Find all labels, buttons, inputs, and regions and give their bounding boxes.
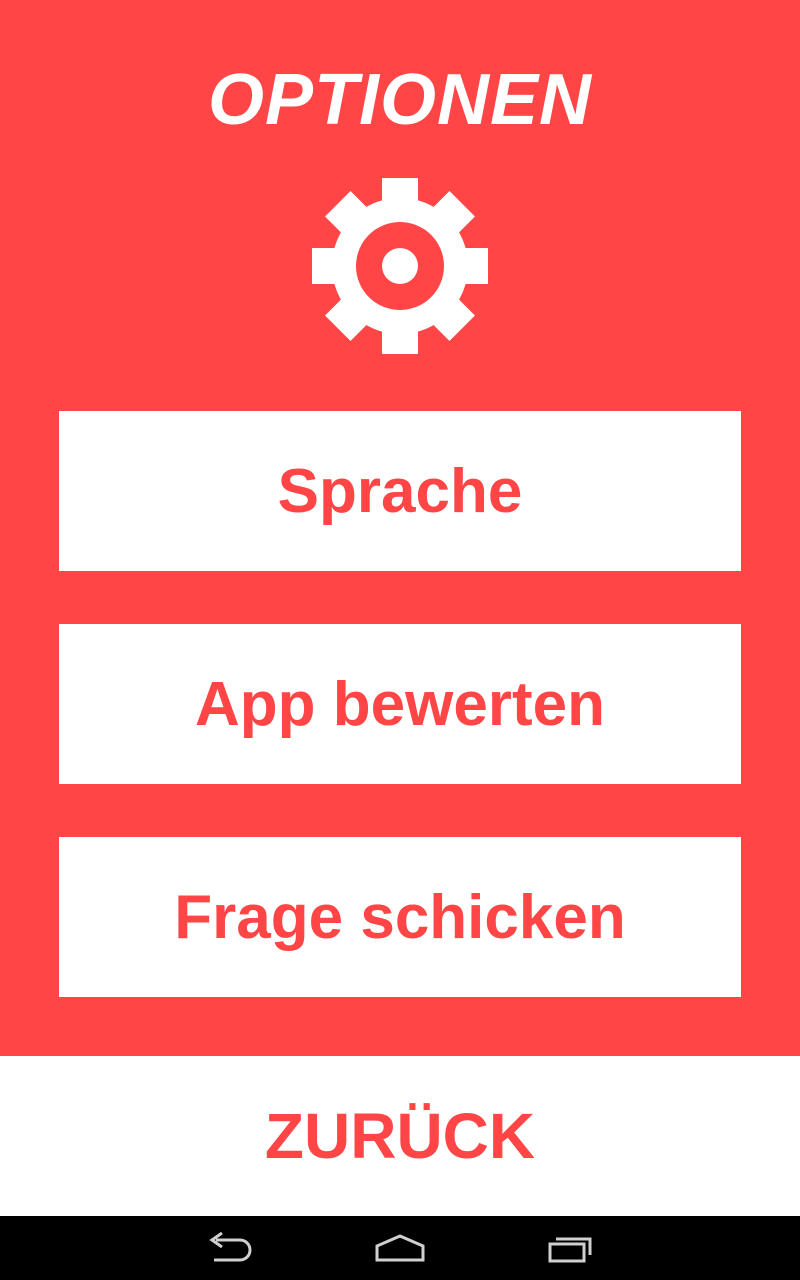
gear-icon [312,178,488,354]
back-icon[interactable] [200,1230,260,1266]
options-screen: OPTIONEN Sprache App bewerten Frage schi… [0,0,800,1280]
system-navigation-bar [0,1216,800,1280]
recent-apps-icon[interactable] [540,1230,600,1266]
home-icon[interactable] [370,1230,430,1266]
back-button[interactable]: ZURÜCK [0,1056,800,1216]
page-title: OPTIONEN [207,60,593,140]
rate-app-button[interactable]: App bewerten [59,624,741,784]
send-question-button[interactable]: Frage schicken [59,837,741,997]
language-button[interactable]: Sprache [59,411,741,571]
